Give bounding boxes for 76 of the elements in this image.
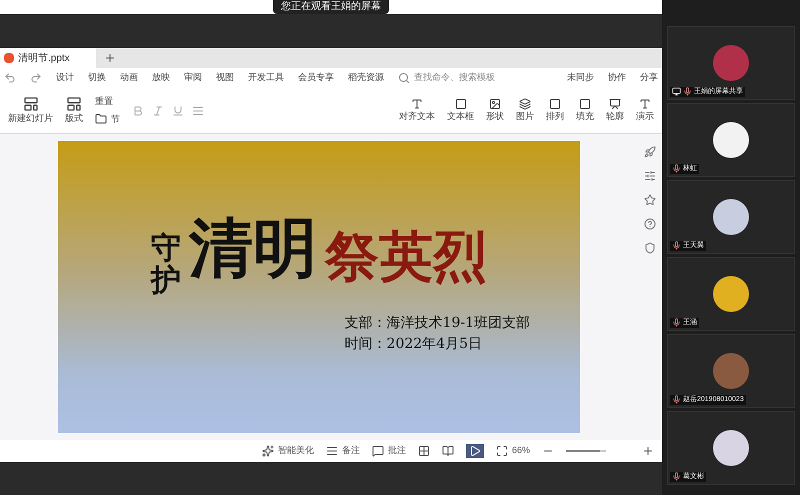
menu-item[interactable]: 放映 bbox=[152, 71, 170, 85]
menu-item[interactable]: 设计 bbox=[56, 71, 74, 85]
new-slide-button[interactable]: 新建幻灯片 bbox=[8, 96, 53, 126]
section-button[interactable]: 节 bbox=[95, 112, 120, 126]
layout-button[interactable]: 版式 bbox=[65, 96, 83, 126]
zoom-button[interactable]: 66% bbox=[496, 444, 530, 458]
toolbar-action[interactable]: 未同步 bbox=[567, 71, 594, 85]
underline-icon[interactable] bbox=[172, 104, 184, 116]
reading-view-icon[interactable] bbox=[442, 445, 454, 457]
ribbon-button[interactable]: 图片 bbox=[516, 98, 534, 124]
slide-title-small: 守护 bbox=[151, 233, 181, 297]
menu-item[interactable]: 审阅 bbox=[184, 71, 202, 85]
ribbon-button[interactable]: 形状 bbox=[486, 98, 504, 124]
ribbon-button[interactable]: 文本框 bbox=[447, 98, 474, 124]
menu-item[interactable]: 会员专享 bbox=[298, 71, 334, 85]
mic-icon bbox=[672, 241, 681, 250]
layout-icon bbox=[66, 96, 82, 112]
ribbon-icon bbox=[519, 98, 531, 110]
grid-view-icon[interactable] bbox=[418, 445, 430, 457]
rocket-icon[interactable] bbox=[644, 146, 656, 158]
comment-icon bbox=[372, 445, 384, 457]
slide-text-line: 时间：2022年4月5日 bbox=[344, 335, 483, 354]
menu-item[interactable]: 切换 bbox=[88, 71, 106, 85]
lines-icon bbox=[326, 445, 338, 457]
help-icon[interactable] bbox=[644, 218, 656, 230]
mic-icon bbox=[672, 318, 681, 328]
beautify-button[interactable]: 智能美化 bbox=[262, 444, 314, 458]
bold-icon[interactable] bbox=[132, 104, 144, 116]
mic-icon bbox=[683, 87, 692, 96]
ribbon-icon bbox=[549, 98, 561, 110]
redo-icon[interactable] bbox=[30, 72, 42, 84]
notes-button[interactable]: 备注 bbox=[326, 444, 360, 458]
menu-item[interactable]: 开发工具 bbox=[248, 71, 284, 85]
document-tab[interactable]: 清明节.pptx bbox=[0, 48, 96, 68]
search-icon bbox=[398, 72, 410, 84]
toolbar-action[interactable]: 分享 bbox=[640, 71, 658, 85]
folder-icon bbox=[95, 113, 107, 126]
slide-text-line: 支部：海洋技术19-1班团支部 bbox=[344, 314, 530, 333]
file-icon bbox=[4, 53, 14, 63]
mic-icon bbox=[672, 395, 681, 404]
ribbon-button[interactable]: 轮廓 bbox=[606, 98, 624, 124]
comments-button[interactable]: 批注 bbox=[372, 444, 406, 458]
search-field[interactable]: 查找命令、搜索模板 bbox=[398, 71, 495, 85]
toolbar-action[interactable]: 协作 bbox=[608, 71, 626, 85]
menu-item[interactable]: 动画 bbox=[120, 71, 138, 85]
slide-title-accent: 祭英烈 bbox=[325, 223, 487, 290]
screen-share-banner: 您正在观看王娟的屏幕 bbox=[273, 0, 389, 14]
menu-item[interactable]: 视图 bbox=[216, 71, 234, 85]
fit-icon bbox=[496, 445, 508, 457]
mic-icon bbox=[672, 472, 681, 482]
shield-icon[interactable] bbox=[644, 242, 656, 254]
ribbon-icon bbox=[609, 98, 621, 110]
zoom-in-icon[interactable] bbox=[642, 445, 654, 457]
ribbon-button[interactable]: 演示 bbox=[636, 98, 654, 124]
ribbon-button[interactable]: 对齐文本 bbox=[399, 98, 435, 124]
ribbon-icon bbox=[579, 98, 591, 110]
ribbon-button[interactable]: 填充 bbox=[576, 98, 594, 124]
undo-icon[interactable] bbox=[4, 72, 16, 84]
sparkle-icon bbox=[262, 445, 274, 457]
mic-icon bbox=[672, 164, 681, 174]
ribbon-icon bbox=[489, 98, 501, 110]
slide-title-main: 清明 bbox=[189, 210, 317, 288]
slide-icon bbox=[22, 96, 38, 112]
italic-icon[interactable] bbox=[152, 104, 164, 116]
ribbon-icon bbox=[454, 98, 466, 110]
ribbon-icon bbox=[639, 98, 651, 110]
menu-item[interactable]: 稻壳资源 bbox=[348, 71, 384, 85]
reset-button[interactable]: 重置 bbox=[95, 95, 120, 108]
ribbon-button[interactable]: 排列 bbox=[546, 98, 564, 124]
play-button[interactable] bbox=[466, 444, 484, 458]
play-icon bbox=[469, 445, 481, 457]
align-icon[interactable] bbox=[192, 104, 204, 116]
settings-icon[interactable] bbox=[644, 170, 656, 182]
new-tab-icon[interactable] bbox=[104, 52, 116, 64]
ribbon-icon bbox=[411, 98, 423, 110]
star-icon[interactable] bbox=[644, 194, 656, 206]
